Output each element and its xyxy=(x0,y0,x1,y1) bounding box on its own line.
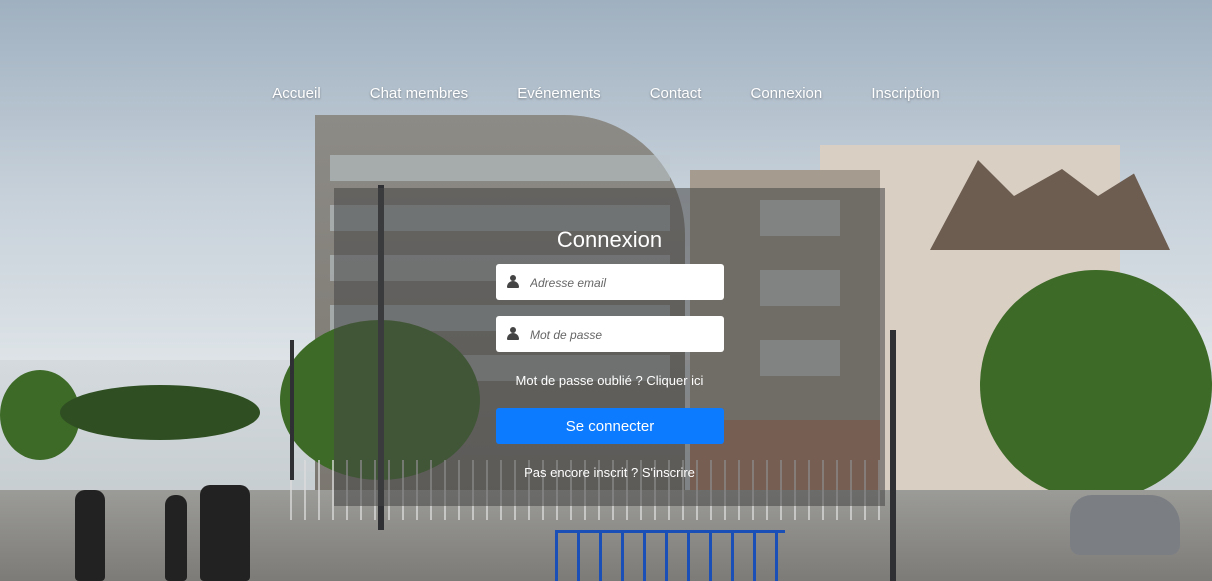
nav-link-connexion[interactable]: Connexion xyxy=(751,84,823,104)
email-field[interactable] xyxy=(496,264,724,302)
nav-link-inscription[interactable]: Inscription xyxy=(871,84,939,104)
main-nav: Accueil Chat membres Evénements Contact … xyxy=(0,83,1212,105)
background-person xyxy=(75,490,105,581)
user-icon xyxy=(507,327,519,341)
user-icon xyxy=(507,275,519,289)
background-lamp-pole xyxy=(890,330,896,581)
email-input[interactable] xyxy=(528,264,722,302)
password-input[interactable] xyxy=(528,316,722,354)
login-panel: Connexion Mot de passe oublié ? Cliquer … xyxy=(334,188,885,506)
login-button[interactable]: Se connecter xyxy=(496,408,724,444)
forgot-password-link[interactable]: Mot de passe oublié ? Cliquer ici xyxy=(334,372,885,390)
background-lamp-pole xyxy=(290,340,294,480)
background-tree xyxy=(980,270,1212,500)
page: Accueil Chat membres Evénements Contact … xyxy=(0,0,1212,581)
nav-link-accueil[interactable]: Accueil xyxy=(272,84,320,104)
signup-link[interactable]: Pas encore inscrit ? S'inscrire xyxy=(334,464,885,482)
password-field[interactable] xyxy=(496,316,724,354)
background-blue-fence xyxy=(555,530,785,581)
login-title: Connexion xyxy=(556,227,663,252)
nav-link-chat-membres[interactable]: Chat membres xyxy=(370,84,468,104)
nav-link-evenements[interactable]: Evénements xyxy=(517,84,600,104)
background-car xyxy=(1070,495,1180,555)
background-person xyxy=(200,485,250,581)
background-person xyxy=(165,495,187,581)
nav-link-contact[interactable]: Contact xyxy=(650,84,702,104)
background-tree xyxy=(60,385,260,440)
